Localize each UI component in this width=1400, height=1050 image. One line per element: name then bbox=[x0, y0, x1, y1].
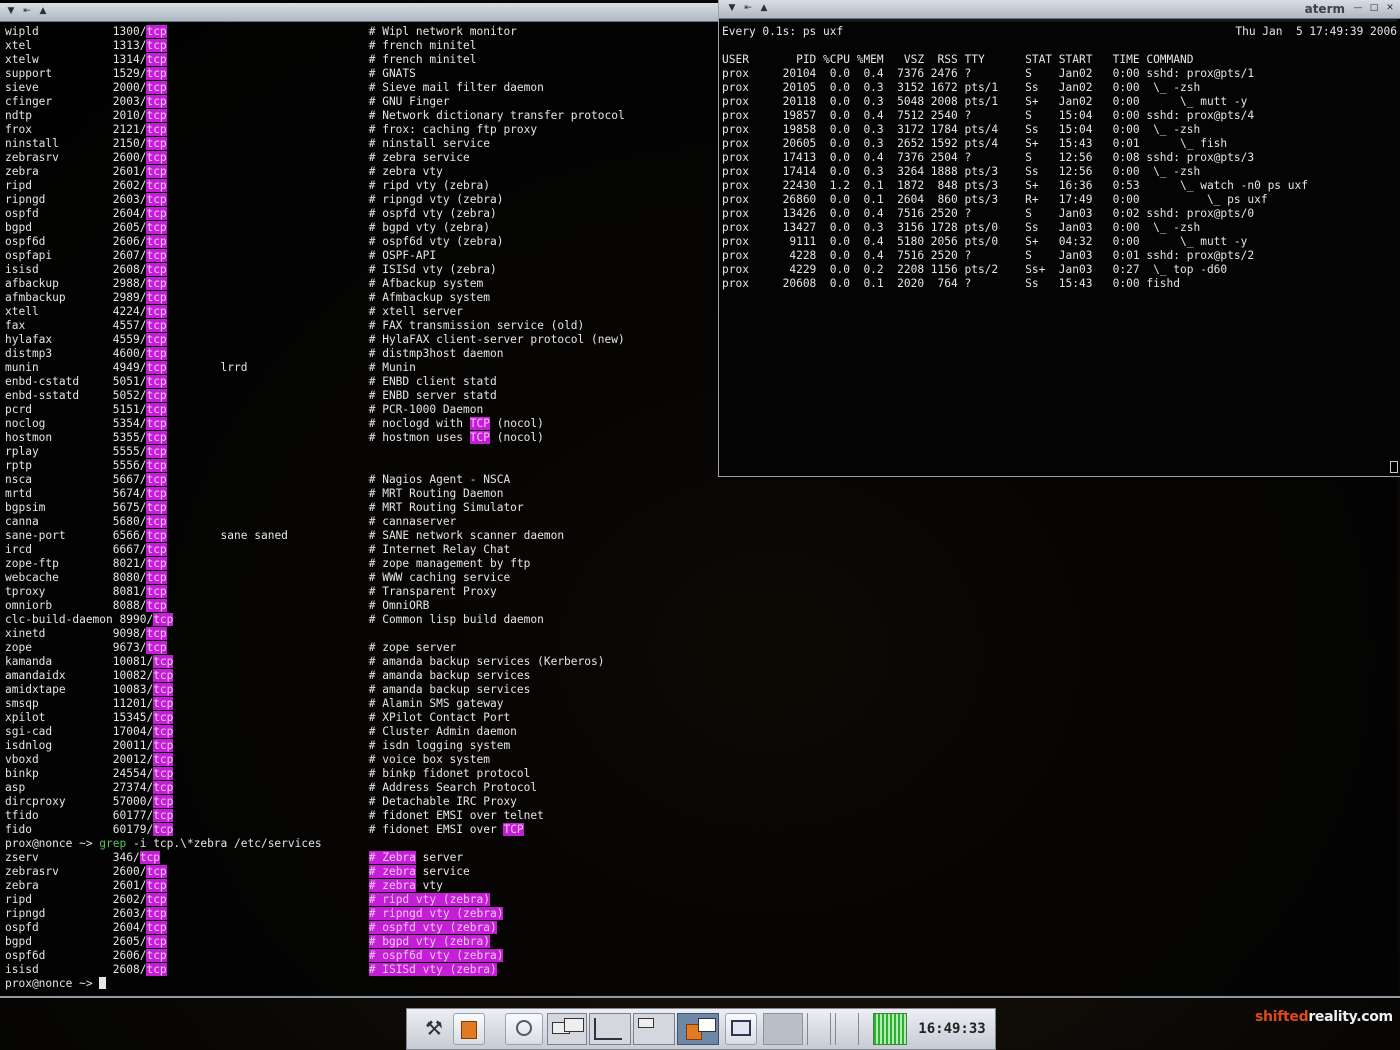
terminal-line: bgpd 2605/tcp # bgpd vty (zebra) bbox=[5, 935, 490, 948]
raise-icon[interactable]: ▲ bbox=[757, 2, 771, 15]
terminal-line: zebrasrv 2600/tcp # zebra service bbox=[5, 865, 470, 878]
pager-desktop-3[interactable] bbox=[633, 1013, 675, 1045]
taskbar[interactable]: ⚒ bbox=[406, 1008, 996, 1050]
ps-row: prox 20105 0.0 0.3 3152 1672 pts/1 Ss Ja… bbox=[722, 81, 1201, 94]
ps-row: prox 20104 0.0 0.4 7376 2476 ? S Jan02 0… bbox=[722, 67, 1255, 80]
close-icon[interactable]: ✕ bbox=[1383, 2, 1397, 15]
ps-row: prox 19858 0.0 0.3 3172 1784 pts/4 Ss 15… bbox=[722, 123, 1201, 136]
window-menu-icon[interactable]: ▼ bbox=[4, 5, 18, 18]
ps-row: prox 13427 0.0 0.3 3156 1728 pts/0 Ss Ja… bbox=[722, 221, 1201, 234]
terminal-line: xpilot 15345/tcp # XPilot Contact Port bbox=[5, 711, 511, 724]
terminal-line: binkp 24554/tcp # binkp fidonet protocol bbox=[5, 767, 531, 780]
raise-icon[interactable]: ▲ bbox=[36, 5, 50, 18]
desktop-divider bbox=[0, 996, 1400, 998]
network-monitor-icon bbox=[873, 1013, 907, 1045]
aterm-window[interactable]: ▼ ⇤ ▲ aterm — □ ✕ Every 0.1s: ps uxf Thu… bbox=[718, 0, 1400, 477]
terminal-line: tfido 60177/tcp # fidonet EMSI over teln… bbox=[5, 809, 544, 822]
watch-command: Every 0.1s: ps uxf bbox=[722, 25, 844, 38]
watermark-part2: reality.com bbox=[1308, 1009, 1393, 1025]
terminal-line: clc-build-daemon 8990/tcp # Common lisp … bbox=[5, 613, 544, 626]
terminal-line: isisd 2608/tcp # ISISd vty (zebra) bbox=[5, 963, 497, 976]
ps-row: prox 26860 0.0 0.1 2604 860 pts/3 R+ 17:… bbox=[722, 193, 1268, 206]
app-task-icon[interactable] bbox=[725, 1013, 757, 1045]
terminal-line: zope-ftp 8021/tcp # zope management by f… bbox=[5, 557, 531, 570]
shell-prompt-line: prox@nonce ~> bbox=[5, 977, 1393, 991]
ps-header: USER PID %CPU %MEM VSZ RSS TTY STAT STAR… bbox=[722, 53, 1194, 66]
pager-desktop-1[interactable] bbox=[547, 1013, 587, 1045]
terminal-line: kamanda 10081/tcp # amanda backup servic… bbox=[5, 655, 605, 668]
terminal-line: ospfd 2604/tcp # ospfd vty (zebra) bbox=[5, 921, 497, 934]
terminal-line: canna 5680/tcp # cannaserver bbox=[5, 515, 457, 528]
ps-process-list[interactable]: prox 20104 0.0 0.4 7376 2476 ? S Jan02 0… bbox=[722, 67, 1308, 291]
cpu-meter bbox=[807, 1013, 831, 1045]
shade-icon[interactable]: ⇤ bbox=[20, 5, 34, 18]
ps-row: prox 4229 0.0 0.2 2208 1156 pts/2 Ss+ Ja… bbox=[722, 263, 1228, 276]
terminal-line: ircd 6667/tcp # Internet Relay Chat bbox=[5, 543, 511, 556]
watermark-part1: shifted bbox=[1255, 1009, 1309, 1025]
terminal-line: vboxd 20012/tcp # voice box system bbox=[5, 753, 490, 766]
terminal-line: ripngd 2603/tcp # ripngd vty (zebra) bbox=[5, 907, 504, 920]
shell-prompt-line: prox@nonce ~> grep -i tcp.\*zebra /etc/s… bbox=[5, 837, 322, 850]
ps-row: prox 19857 0.0 0.4 7512 2540 ? S 15:04 0… bbox=[722, 109, 1255, 122]
terminal-line: xinetd 9098/tcp bbox=[5, 627, 167, 640]
terminal-line: zope 9673/tcp # zope server bbox=[5, 641, 457, 654]
terminal-line: asp 27374/tcp # Address Search Protocol bbox=[5, 781, 538, 794]
terminal-line: tproxy 8081/tcp # Transparent Proxy bbox=[5, 585, 497, 598]
maximize-icon[interactable]: □ bbox=[1367, 2, 1381, 15]
watermark-logo: shiftedreality.com bbox=[1255, 1009, 1393, 1025]
tools-icon[interactable]: ⚒ bbox=[417, 1013, 451, 1045]
minimize-icon[interactable]: — bbox=[1351, 2, 1365, 15]
terminal-line: omniorb 8088/tcp # OmniORB bbox=[5, 599, 430, 612]
taskbar-clock[interactable]: 16:49:33 bbox=[914, 1011, 990, 1047]
shade-icon[interactable]: ⇤ bbox=[741, 2, 755, 15]
ps-row: prox 9111 0.0 0.4 5180 2056 pts/0 S+ 04:… bbox=[722, 235, 1248, 248]
scrollbar-thumb[interactable] bbox=[1390, 461, 1398, 473]
empty-task-slot[interactable] bbox=[763, 1013, 803, 1045]
terminal-line: amidxtape 10083/tcp # amanda backup serv… bbox=[5, 683, 531, 696]
ps-row: prox 22430 1.2 0.1 1872 848 pts/3 S+ 16:… bbox=[722, 179, 1308, 192]
ps-row: prox 17413 0.0 0.4 7376 2504 ? S 12:56 0… bbox=[722, 151, 1255, 164]
ps-row: prox 4228 0.0 0.4 7516 2520 ? S Jan03 0:… bbox=[722, 249, 1255, 262]
browser-icon[interactable] bbox=[505, 1013, 543, 1045]
memory-meter bbox=[835, 1013, 859, 1045]
window-menu-icon[interactable]: ▼ bbox=[725, 2, 739, 15]
terminal-line: fido 60179/tcp # fidonet EMSI over TCP bbox=[5, 823, 524, 836]
terminal-line: zebra 2601/tcp # zebra vty bbox=[5, 879, 443, 892]
terminal-line: sgi-cad 17004/tcp # Cluster Admin daemon bbox=[5, 725, 517, 738]
terminal-line: webcache 8080/tcp # WWW caching service bbox=[5, 571, 511, 584]
terminal-line: isdnlog 20011/tcp # isdn logging system bbox=[5, 739, 511, 752]
text-cursor bbox=[99, 977, 107, 989]
aterm-titlebar[interactable]: ▼ ⇤ ▲ aterm — □ ✕ bbox=[719, 0, 1400, 19]
window-title: aterm bbox=[1304, 2, 1345, 16]
ps-row: prox 20118 0.0 0.3 5048 2008 pts/1 S+ Ja… bbox=[722, 95, 1248, 108]
terminal-line: sane-port 6566/tcp sane saned # SANE net… bbox=[5, 529, 565, 542]
terminal-line: zserv 346/tcp # Zebra server bbox=[5, 851, 464, 864]
watch-timestamp: Thu Jan 5 17:49:39 2006 bbox=[1235, 25, 1397, 38]
terminal-line: ripd 2602/tcp # ripd vty (zebra) bbox=[5, 893, 490, 906]
ps-row: prox 13426 0.0 0.4 7516 2520 ? S Jan03 0… bbox=[722, 207, 1255, 220]
watch-header: Every 0.1s: ps uxf Thu Jan 5 17:49:39 20… bbox=[722, 25, 1397, 39]
pager-desktop-2[interactable] bbox=[589, 1013, 631, 1045]
terminal-line: bgpsim 5675/tcp # MRT Routing Simulator bbox=[5, 501, 524, 514]
terminal-line: mrtd 5674/tcp # MRT Routing Daemon bbox=[5, 487, 504, 500]
ps-row: prox 20605 0.0 0.3 2652 1592 pts/4 S+ 15… bbox=[722, 137, 1228, 150]
terminal-line: ospf6d 2606/tcp # ospf6d vty (zebra) bbox=[5, 949, 504, 962]
ps-row: prox 17414 0.0 0.3 3264 1888 pts/3 Ss 12… bbox=[722, 165, 1201, 178]
terminal-line: smsqp 11201/tcp # Alamin SMS gateway bbox=[5, 697, 504, 710]
ps-row: prox 20608 0.0 0.1 2020 764 ? Ss 15:43 0… bbox=[722, 277, 1181, 290]
terminal-line: amandaidx 10082/tcp # amanda backup serv… bbox=[5, 669, 531, 682]
terminal-line: dircproxy 57000/tcp # Detachable IRC Pro… bbox=[5, 795, 517, 808]
terminal-task-icon[interactable] bbox=[677, 1013, 719, 1045]
files-icon[interactable] bbox=[453, 1013, 485, 1045]
